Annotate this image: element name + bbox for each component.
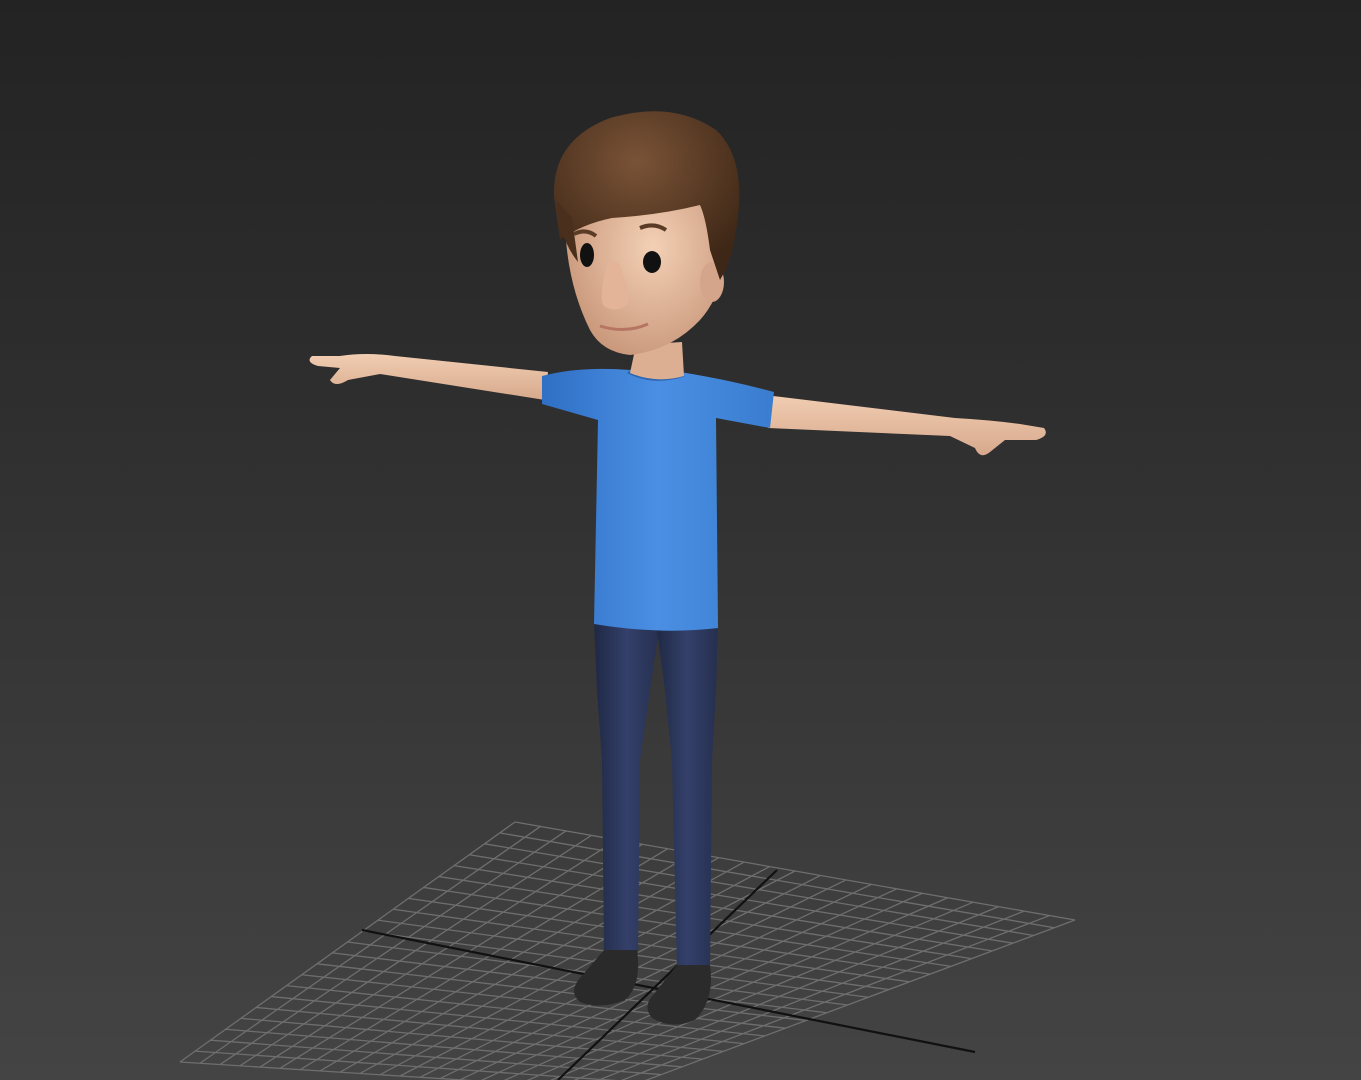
- right-shoe: [647, 965, 711, 1025]
- 3d-viewport[interactable]: [0, 0, 1361, 1080]
- left-shoe: [574, 950, 639, 1006]
- right-arm: [765, 395, 1046, 456]
- grid-line: [439, 879, 847, 1080]
- left-eye: [580, 243, 594, 267]
- right-leg: [656, 622, 718, 972]
- shirt: [542, 368, 774, 631]
- viewport-canvas[interactable]: [0, 0, 1361, 1080]
- right-eye: [643, 251, 661, 273]
- character-model[interactable]: [309, 111, 1046, 1025]
- left-leg: [594, 620, 660, 957]
- grid-line: [301, 974, 786, 1029]
- left-arm: [309, 354, 548, 400]
- grid-line: [316, 963, 807, 1022]
- grid-line: [240, 1017, 703, 1060]
